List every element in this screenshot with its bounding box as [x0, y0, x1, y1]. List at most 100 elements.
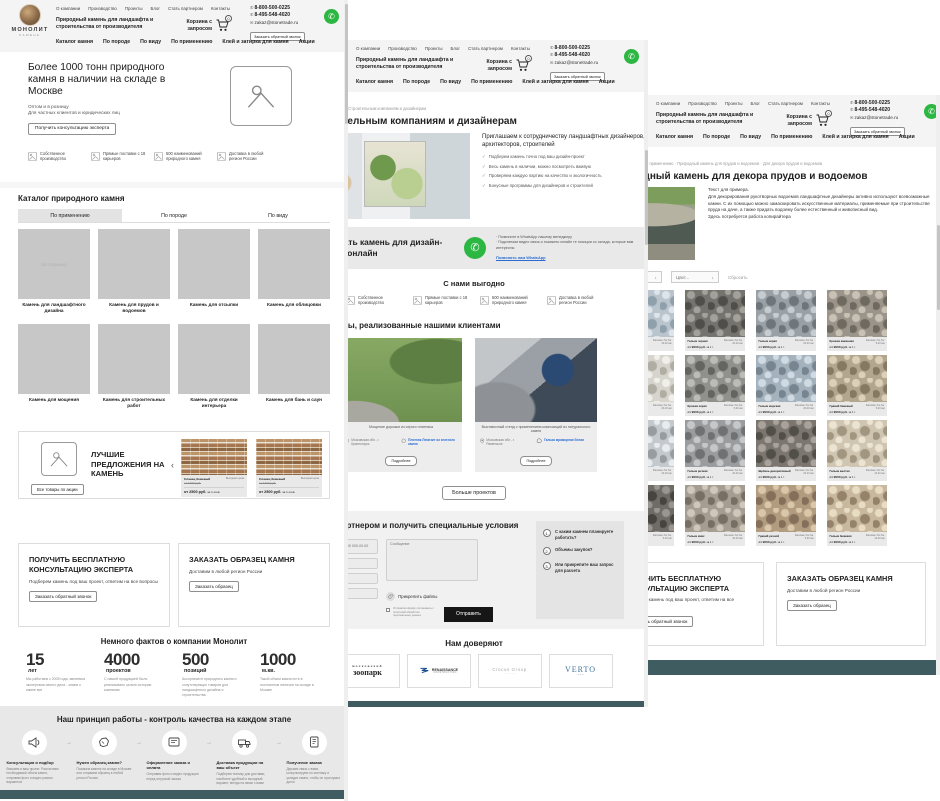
consent-checkbox[interactable]: [386, 607, 390, 612]
menu-link[interactable]: Клей и затирка для камня: [522, 79, 588, 85]
callback-request-button[interactable]: Заказать обратный звонок: [648, 615, 694, 627]
logo[interactable]: МОНОЛИТ КАМЕНЬ: [8, 4, 52, 37]
whatsapp-call-link[interactable]: Позвонить нам WhatsApp: [496, 255, 546, 261]
catalog-card[interactable]: Камень для бань и саун: [258, 324, 330, 409]
tab-by-breed[interactable]: По породе: [122, 209, 226, 222]
nav-link[interactable]: О компании: [356, 46, 380, 51]
phone-link-2[interactable]: 8-495-548-4020: [850, 107, 922, 114]
menu-link[interactable]: По породе: [703, 134, 730, 140]
project-stone-link[interactable]: Галька мраморная белая: [536, 438, 592, 446]
project-card[interactable]: Мощение дорожки из серого плитняка Моско…: [348, 337, 462, 472]
nav-link[interactable]: Производство: [688, 101, 717, 106]
whatsapp-icon[interactable]: ✆: [624, 49, 639, 64]
menu-link[interactable]: По применению: [171, 39, 212, 45]
email-link[interactable]: zakaz@stonetrade.ru: [550, 60, 622, 65]
logo[interactable]: МОНОЛИТ КАМЕНЬ: [348, 44, 352, 77]
scrollbar[interactable]: [936, 95, 940, 675]
product-card[interactable]: Гравий речной от 9000 руб. за 1 т. Фасов…: [756, 485, 816, 546]
whatsapp-icon[interactable]: ✆: [324, 9, 339, 24]
product-card[interactable]: Крошка каменная от 9000 руб. за 1 т. Фас…: [827, 290, 887, 351]
client-logo-verto[interactable]: VERTO ~ ~ ~: [548, 653, 613, 688]
menu-link[interactable]: По виду: [440, 79, 461, 85]
client-logo-crocus[interactable]: Crocus Group ─────────: [477, 653, 542, 688]
nav-link[interactable]: Стать партнером: [768, 101, 803, 106]
logo[interactable]: МОНОЛИТ КАМЕНЬ: [648, 99, 652, 132]
catalog-card[interactable]: Камень для прудов и водоемов: [98, 229, 170, 314]
catalog-card[interactable]: фотопример Камень для ландшафтного дизай…: [18, 229, 90, 314]
product-card[interactable]: Галька серая от 9000 руб. за 1 т. Фасовк…: [756, 290, 816, 351]
catalog-card[interactable]: Камень для мощения: [18, 324, 90, 409]
message-field[interactable]: [386, 538, 478, 581]
menu-link[interactable]: По породе: [103, 39, 130, 45]
nav-link[interactable]: Проекты: [125, 6, 143, 11]
nav-link[interactable]: Блог: [150, 6, 160, 11]
nav-link[interactable]: О компании: [56, 6, 80, 11]
more-projects-button[interactable]: Больше проектов: [442, 485, 506, 500]
all-sale-items-button[interactable]: Все товары по акции: [31, 484, 84, 496]
phone-link-2[interactable]: 8-495-548-4020: [250, 12, 322, 19]
product-card[interactable]: Гравий бежевый от 9000 руб. за 1 т. Фасо…: [827, 355, 887, 416]
product-card[interactable]: Галька микс от 9000 руб. за 1 т. Фасовка…: [685, 485, 745, 546]
nav-link[interactable]: Контакты: [811, 101, 830, 106]
breadcrumb[interactable]: Каталог камня · По применению · Природны…: [648, 161, 940, 166]
color-filter[interactable]: Цвет... ↓: [671, 271, 719, 283]
nav-link[interactable]: Стать партнером: [168, 6, 203, 11]
tab-by-type[interactable]: По виду: [226, 209, 330, 222]
scrollbar[interactable]: [344, 0, 348, 801]
client-logo-renaissance[interactable]: RENAISSANCE CONSTRUCTION: [406, 653, 471, 688]
stone-type-filter[interactable]: Камни ... ↓: [648, 271, 662, 283]
nav-link[interactable]: О компании: [656, 101, 680, 106]
product-card[interactable]: Галька речная от 9000 руб. за 1 т. Фасов…: [685, 420, 745, 481]
menu-link[interactable]: Клей и затирка для камня: [222, 39, 288, 45]
menu-link[interactable]: Каталог камня: [56, 39, 93, 45]
product-card[interactable]: Галька бежевая от 9000 руб. за 1 т. Фасо…: [827, 485, 887, 546]
catalog-card[interactable]: Камень для строительных работ: [98, 324, 170, 409]
menu-link[interactable]: Акции: [299, 39, 315, 45]
product-card[interactable]: Крошка серая от 9000 руб. за 1 т. Фасовк…: [685, 355, 745, 416]
email-field[interactable]: [348, 557, 378, 569]
phone-link-1[interactable]: 8-800-500-0225: [250, 5, 322, 12]
nav-link[interactable]: Производство: [388, 46, 417, 51]
catalog-card[interactable]: Камень для отсыпки: [178, 229, 250, 314]
menu-link[interactable]: Акции: [599, 79, 615, 85]
menu-link[interactable]: По применению: [471, 79, 512, 85]
phone-link-1[interactable]: 8-800-500-0225: [850, 100, 922, 107]
product-card[interactable]: Галька желтая от 9000 руб. за 1 т. Фасов…: [827, 420, 887, 481]
menu-link[interactable]: По породе: [403, 79, 430, 85]
menu-link[interactable]: По виду: [140, 39, 161, 45]
catalog-card[interactable]: Камень для облицовки: [258, 229, 330, 314]
order-sample-button[interactable]: Заказать образец: [189, 581, 239, 593]
submit-button[interactable]: Отправить: [444, 606, 493, 622]
carousel-prev-icon[interactable]: ‹: [171, 460, 174, 470]
product-card[interactable]: Мрамор колотый от 9000 руб. за 1 т. Фасо…: [648, 355, 674, 416]
cart-button[interactable]: Корзина с запросом 0: [482, 55, 532, 72]
nav-link[interactable]: Производство: [88, 6, 117, 11]
hero-cta-button[interactable]: Получить консультацию эксперта: [28, 122, 117, 135]
email-link[interactable]: zakaz@stonetrade.ru: [850, 115, 922, 120]
product-card[interactable]: Щебень декоративный от 9000 руб. за 1 т.…: [756, 420, 816, 481]
phone-link-2[interactable]: 8-495-548-4020: [550, 52, 622, 59]
breadcrumb[interactable]: Стать партнером · Строительным компаниям…: [348, 106, 648, 111]
cart-button[interactable]: Корзина с запросом 0: [182, 15, 232, 32]
name-field[interactable]: [348, 572, 378, 584]
email-link[interactable]: zakaz@stonetrade.ru: [250, 20, 322, 25]
project-details-button[interactable]: Подробнее: [385, 455, 417, 466]
scrollbar[interactable]: [644, 40, 648, 707]
product-card[interactable]: Крошка темная от 9000 руб. за 1 т. Фасов…: [648, 485, 674, 546]
client-logo-moscow-zoo[interactable]: московский зоопарк: [348, 653, 400, 688]
phone-field[interactable]: [348, 538, 378, 554]
project-stone-link[interactable]: Плитняк Лемезит из зеленого камня: [401, 438, 457, 446]
offer-product-card[interactable]: Сланец бежевый Выгодная цена от 4400 руб…: [256, 439, 322, 498]
attach-files-button[interactable]: Прикрепить файлы: [386, 591, 493, 601]
menu-link[interactable]: Каталог камня: [656, 134, 693, 140]
product-card[interactable]: Галька белая от 9000 руб. за 1 т. Фасовк…: [648, 290, 674, 351]
tab-by-application[interactable]: По применению: [18, 209, 122, 222]
nav-link[interactable]: Блог: [450, 46, 460, 51]
reset-filters-link[interactable]: Сбросить: [728, 275, 748, 280]
product-card[interactable]: Галька черная от 9000 руб. за 1 т. Фасов…: [685, 290, 745, 351]
nav-link[interactable]: Блог: [750, 101, 760, 106]
catalog-card[interactable]: Камень для отделки интерьера: [178, 324, 250, 409]
project-details-button[interactable]: Подробнее: [520, 455, 552, 466]
cart-button[interactable]: Корзина с запросом 0: [782, 110, 832, 127]
phone-link-1[interactable]: 8-800-500-0225: [550, 45, 622, 52]
